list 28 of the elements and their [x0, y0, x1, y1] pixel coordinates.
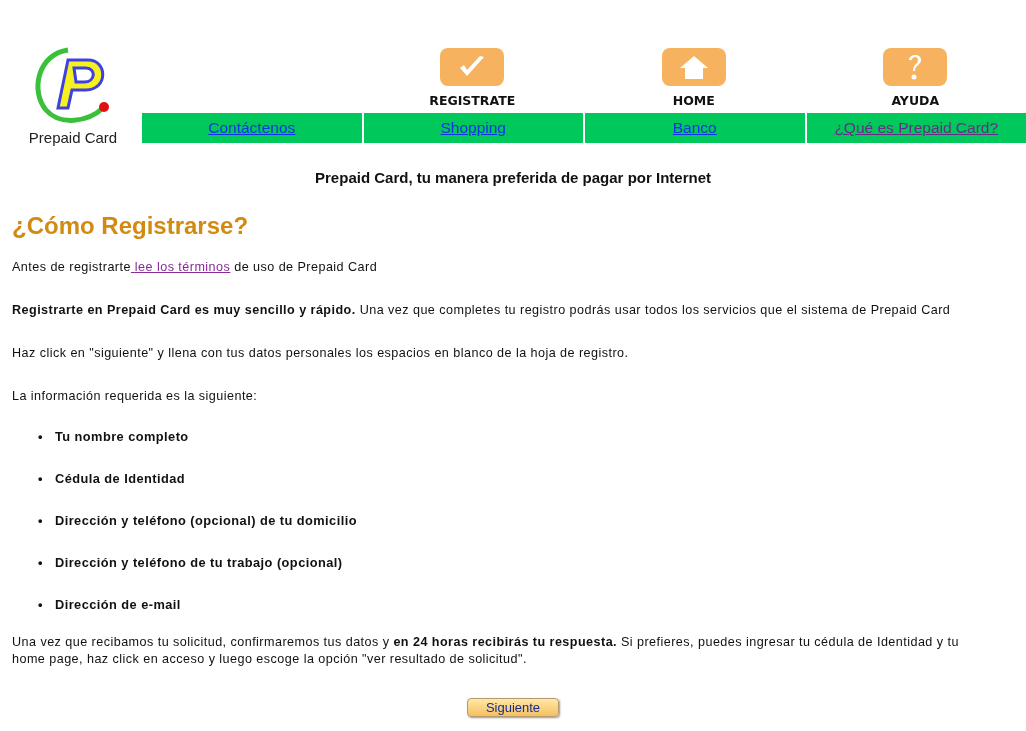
bullet: • — [38, 427, 43, 446]
top-link-button[interactable] — [883, 48, 948, 87]
paragraph: Una vez que recibamos tu solicitud, confirmaremos tus datos y en 24 horas recibirás tu respuesta. Si prefieres, puedes ingresar tu cédula de Identidad y tu home page, haz click en acceso y luego escoge la opción "ver resultado de solicitud". — [12, 633, 960, 668]
top-link[interactable]: AYUDA — [891, 92, 940, 111]
house-icon — [678, 54, 709, 81]
requirement-item: Dirección de e-mail — [54, 595, 181, 614]
terms-link[interactable]: lee los términos — [130, 260, 231, 275]
top-link-button[interactable] — [440, 48, 505, 87]
bullet: • — [38, 511, 43, 530]
top-link-button[interactable] — [661, 48, 726, 87]
requirement-item: Tu nombre completo — [54, 427, 189, 446]
intro-text: Antes de registrarte lee los términos de uso de Prepaid Card — [12, 259, 379, 277]
tagline: Prepaid Card, tu manera preferida de pagar por Internet — [314, 168, 712, 188]
top-link[interactable]: REGISTRATE — [429, 92, 516, 111]
paragraph: Haz click en "siguiente" y llena con tus datos personales los espacios en blanco de la hoja de registro. — [12, 345, 630, 363]
requirement-item: Dirección y teléfono (opcional) de tu domicilio — [54, 511, 357, 530]
next-button[interactable]: Siguiente — [466, 697, 560, 717]
nav-link[interactable]: Banco — [672, 116, 717, 140]
requirement-item: Cédula de Identidad — [54, 469, 186, 488]
bullet: • — [38, 553, 43, 572]
top-link[interactable]: HOME — [672, 92, 715, 111]
requirement-item: Dirección y teléfono de tu trabajo (opcional) — [54, 553, 343, 572]
page-heading: ¿Cómo Registrarse? — [12, 211, 250, 241]
paragraph: Registrarte en Prepaid Card es muy sencillo y rápido. Una vez que completes tu registro podrás usar todos los servicios que el sistema de Prepaid Card — [12, 302, 952, 320]
bullet: • — [38, 469, 43, 488]
bullet: • — [38, 595, 43, 614]
paragraph: La información requerida es la siguiente: — [12, 387, 259, 405]
logo-text: Prepaid Card — [28, 130, 118, 145]
